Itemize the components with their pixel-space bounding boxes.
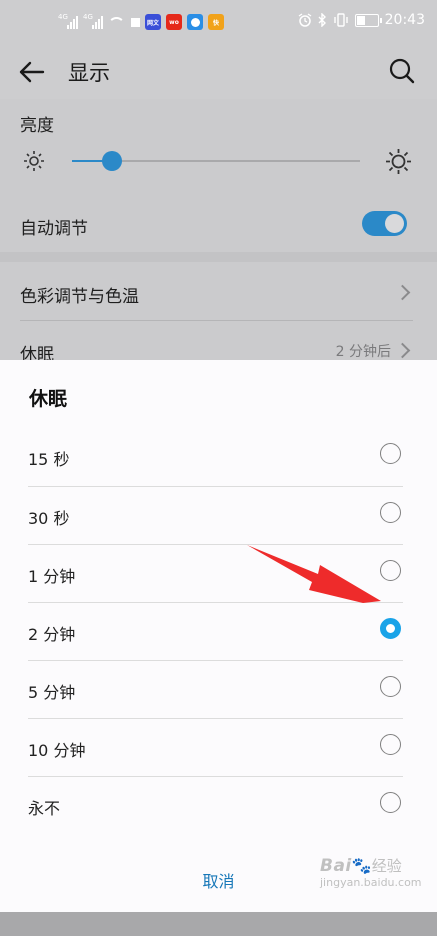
watermark-brand: Bai xyxy=(320,856,352,876)
watermark-url: jingyan.baidu.com xyxy=(320,876,422,889)
bottom-bar xyxy=(0,912,437,936)
baidu-watermark: Bai🐾经验 jingyan.baidu.com xyxy=(320,856,422,889)
watermark-brand2: 经验 xyxy=(371,857,402,875)
screen: 4G 4G 网文 wo 快 20:43 显示 亮度 自动调节 色彩调节与色温 休… xyxy=(0,0,437,936)
red-arrow-annotation xyxy=(247,545,381,603)
